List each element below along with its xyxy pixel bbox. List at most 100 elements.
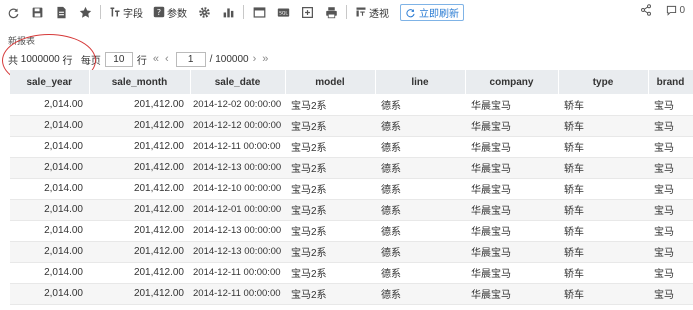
table-cell: 2,014.00 [10,157,89,179]
table-cell: 201,412.00 [89,157,190,179]
table-cell: 德系 [375,157,465,179]
table-cell: 德系 [375,178,465,200]
pager: 共 1000000 行 每页 10 行 « ‹ 1 / 100000 › » [8,51,271,67]
comment-button[interactable]: 0 [666,5,685,16]
table-row[interactable]: 2,014.00 201,412.00 2014-12-11 00:00:00 宝马2… [10,262,693,284]
column-header[interactable]: type [558,70,649,94]
last-page-icon[interactable]: » [262,53,268,65]
table-row[interactable]: 2,014.00 201,412.00 2014-12-10 00:00:00 宝马2… [10,178,693,200]
column-header[interactable]: brand [648,70,693,94]
refresh-icon[interactable] [6,5,20,19]
table-cell: 宝马 [648,178,693,200]
table-cell: 2,014.00 [10,115,89,137]
table-cell: 德系 [375,94,465,116]
table-row[interactable]: 2,014.00 201,412.00 2014-12-11 00:00:00 宝马2… [10,283,693,305]
table-row[interactable]: 2,014.00 201,412.00 2014-12-01 00:00:00 宝马2… [10,199,693,221]
params-icon: ? [153,6,165,18]
table-cell: 轿车 [558,115,648,137]
total-prefix: 共 [8,55,18,67]
column-header[interactable]: sale_year [10,70,90,94]
table-cell: 2014-12-11 00:00:00 [190,283,285,305]
table-cell: 宝马 [648,94,693,116]
table-cell: 华晨宝马 [465,94,558,116]
table-row[interactable]: 2,014.00 201,412.00 2014-12-13 00:00:00 宝马2… [10,241,693,263]
table-cell: 宝马2系 [285,115,375,137]
print-icon[interactable] [324,5,338,19]
table-cell: 宝马2系 [285,178,375,200]
table-cell: 2,014.00 [10,283,89,305]
table-cell: 德系 [375,199,465,221]
table-cell: 201,412.00 [89,262,190,284]
favorite-star-icon[interactable] [78,5,92,19]
table-cell: 宝马2系 [285,241,375,263]
table-cell: 华晨宝马 [465,283,558,305]
toolbar: 字段 ? 参数 SQL 透视 立即刷新 0 [0,0,693,24]
table-cell: 宝马 [648,262,693,284]
table-cell: 轿车 [558,94,648,116]
per-page-input[interactable]: 10 [104,51,133,67]
table-cell: 华晨宝马 [465,241,558,263]
table-cell: 2014-12-11 00:00:00 [190,136,285,158]
data-table: sale_year sale_month sale_date model lin… [10,70,693,305]
table-cell: 2014-12-02 00:00:00 [190,94,285,116]
table-cell: 轿车 [558,220,648,242]
table-row[interactable]: 2,014.00 201,412.00 2014-12-13 00:00:00 宝马2… [10,220,693,242]
window-icon[interactable] [252,5,266,19]
table-cell: 宝马 [648,136,693,158]
table-row[interactable]: 2,014.00 201,412.00 2014-12-12 00:00:00 宝马2… [10,115,693,137]
table-cell: 2,014.00 [10,178,89,200]
table-cell: 201,412.00 [89,199,190,221]
table-cell: 2014-12-13 00:00:00 [190,220,285,242]
table-cell: 2,014.00 [10,220,89,242]
export-icon[interactable] [300,5,314,19]
table-cell: 201,412.00 [89,283,190,305]
field-icon [110,7,120,17]
table-row[interactable]: 2,014.00 201,412.00 2014-12-02 00:00:00 宝马2… [10,94,693,116]
prev-page-icon[interactable]: ‹ [165,53,169,65]
pivot-button[interactable]: 透视 [355,5,389,20]
column-header[interactable]: sale_month [89,70,191,94]
table-cell: 2014-12-13 00:00:00 [190,241,285,263]
table-cell: 宝马 [648,199,693,221]
per-page-prefix: 每页 [80,55,101,67]
table-cell: 201,412.00 [89,136,190,158]
toolbar-divider [100,5,101,19]
table-row[interactable]: 2,014.00 201,412.00 2014-12-13 00:00:00 宝马2… [10,157,693,179]
field-button[interactable]: 字段 [109,5,143,20]
save-icon[interactable] [30,5,44,19]
table-cell: 2014-12-12 00:00:00 [190,115,285,137]
table-cell: 宝马2系 [285,157,375,179]
table-cell: 宝马2系 [285,220,375,242]
params-button[interactable]: ? 参数 [153,5,187,20]
pivot-label: 透视 [369,8,389,20]
toolbar-divider [346,5,347,19]
save-as-icon[interactable] [54,5,68,19]
table-cell: 德系 [375,220,465,242]
next-page-icon[interactable]: › [253,53,257,65]
table-cell: 宝马2系 [285,94,375,116]
page-number-input[interactable]: 1 [175,51,206,67]
table-cell: 2014-12-10 00:00:00 [190,178,285,200]
table-cell: 德系 [375,115,465,137]
share-icon[interactable] [640,4,652,16]
pivot-icon [356,7,366,17]
table-cell: 宝马2系 [285,283,375,305]
table-cell: 华晨宝马 [465,157,558,179]
column-header[interactable]: company [465,70,559,94]
column-header[interactable]: sale_date [190,70,286,94]
table-cell: 轿车 [558,157,648,179]
column-header[interactable]: line [375,70,466,94]
table-cell: 华晨宝马 [465,220,558,242]
table-cell: 德系 [375,136,465,158]
first-page-icon[interactable]: « [153,53,159,65]
table-header-row: sale_year sale_month sale_date model lin… [10,70,693,94]
sql-icon[interactable]: SQL [276,5,290,19]
table-cell: 宝马 [648,220,693,242]
table-row[interactable]: 2,014.00 201,412.00 2014-12-11 00:00:00 宝马2… [10,136,693,158]
refresh-now-button[interactable]: 立即刷新 [400,3,464,21]
comment-icon [667,5,677,16]
chart-icon[interactable] [221,5,235,19]
settings-gear-icon[interactable] [197,5,211,19]
column-header[interactable]: model [285,70,376,94]
table-cell: 201,412.00 [89,178,190,200]
